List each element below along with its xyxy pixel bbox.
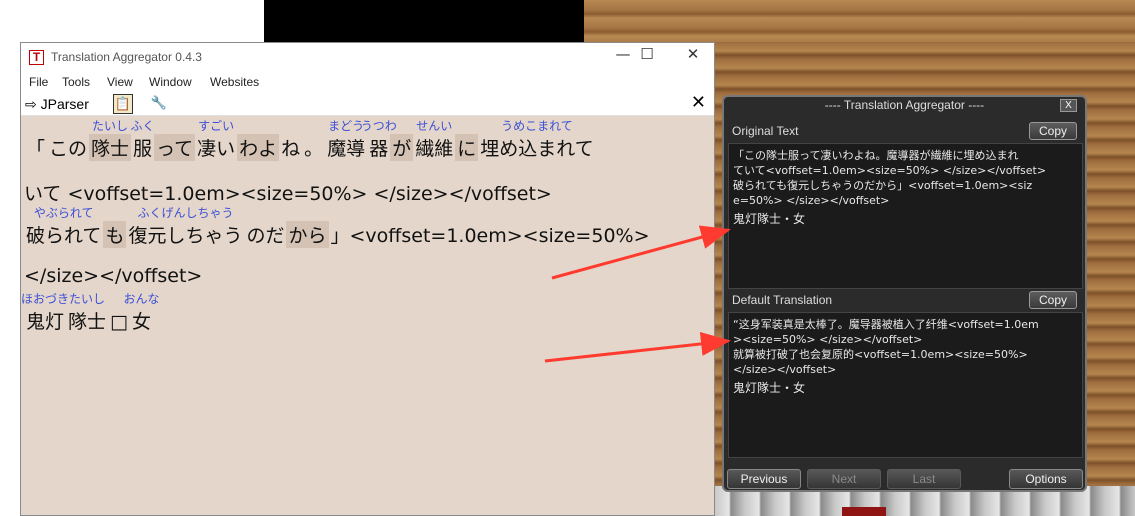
last-button[interactable]: Last <box>887 469 961 489</box>
game-window-dark-area <box>264 0 584 42</box>
wrench-icon[interactable]: 🔧 <box>149 94 169 114</box>
parsed-token[interactable]: 服ふく <box>131 119 155 161</box>
previous-button[interactable]: Previous <box>727 469 801 489</box>
parsed-token[interactable]: 凄い すごい <box>195 119 237 161</box>
parsed-token[interactable]: 「 <box>24 134 47 161</box>
parsed-line-5: 鬼灯 ほおづき 隊士 たいし □ 女おんな <box>21 292 160 334</box>
parsed-token[interactable]: のだ <box>244 221 286 248</box>
furigana-reading: たいし <box>69 292 106 306</box>
desktop-background <box>0 0 264 42</box>
jparser-label[interactable]: ⇨ JParser <box>25 96 89 113</box>
parsed-token[interactable]: 魔導 まどう <box>325 119 367 161</box>
game-scene-red-object <box>842 507 886 516</box>
copy-translation-button[interactable]: Copy <box>1029 291 1077 309</box>
menu-tools[interactable]: Tools <box>62 75 90 89</box>
parsed-token[interactable]: が <box>390 134 414 161</box>
parsed-token[interactable]: に <box>455 134 479 161</box>
parsed-token[interactable]: 。 <box>302 134 325 161</box>
clipboard-icon[interactable]: 📋 <box>113 94 133 114</box>
furigana-reading: うめこまれて <box>501 119 573 133</box>
furigana-reading: たいし <box>92 119 129 133</box>
parser-close-icon[interactable]: ✕ <box>691 92 706 113</box>
parsed-token[interactable]: って <box>154 134 196 161</box>
parsed-line-2: いて <voffset=1.0em><size=50%> </size></vo… <box>24 183 552 205</box>
app-icon: T <box>29 50 44 65</box>
maximize-button[interactable]: ☐ <box>627 45 667 71</box>
default-translation-label: Default Translation <box>732 293 833 307</box>
toolbar: ⇨ JParser 📋 🔧 ✕ <box>21 92 714 116</box>
parsed-token[interactable]: 」<voffset=1.0em><size=50%> <box>329 221 652 248</box>
original-speaker-name: 鬼灯隊士・女 <box>733 212 806 226</box>
parsed-line-3: 破られて やぶられても復元しちゃう ふくげんしちゃう のだ から 」<voffset=1.… <box>24 206 652 248</box>
furigana-reading: おんな <box>123 292 160 306</box>
options-button[interactable]: Options <box>1009 469 1083 489</box>
furigana-reading: ほおづき <box>20 292 70 306</box>
menu-file[interactable]: File <box>29 75 48 89</box>
menu-window[interactable]: Window <box>149 75 192 89</box>
menu-websites[interactable]: Websites <box>210 75 259 89</box>
original-text-label: Original Text <box>732 124 799 138</box>
translation-aggregator-window: T Translation Aggregator 0.4.3 — ☐ ✕ Fil… <box>20 42 715 516</box>
parsed-token[interactable]: 破られて やぶられて <box>24 206 103 248</box>
close-button[interactable]: ✕ <box>673 45 713 71</box>
next-button[interactable]: Next <box>807 469 881 489</box>
furigana-reading: うつわ <box>360 119 397 133</box>
original-text-box[interactable]: 「この隊士服って凄いわよね。魔導器が繊維に埋め込まれ ていて<voffset=1… <box>728 143 1083 289</box>
parsed-token[interactable]: も <box>103 221 127 248</box>
furigana-reading: ふくげんしちゃう <box>137 206 234 220</box>
parsed-token[interactable]: 埋め込まれて うめこまれて <box>478 119 595 161</box>
parsed-token[interactable]: 復元しちゃう ふくげんしちゃう <box>126 206 244 248</box>
parsed-token[interactable]: わよ <box>237 134 280 161</box>
parsed-token[interactable]: 鬼灯 ほおづき <box>21 292 69 334</box>
window-title: Translation Aggregator 0.4.3 <box>51 50 202 64</box>
copy-original-button[interactable]: Copy <box>1029 122 1077 140</box>
parsed-token[interactable]: 繊維 せんい <box>413 119 455 161</box>
furigana-reading: せんい <box>416 119 453 133</box>
translation-line: </size></voffset> <box>733 363 837 376</box>
translation-line: “这身军装真是太棒了。魔导器被植入了纤维<voffset=1.0em <box>733 318 1039 331</box>
menu-bar: File Tools View Window Websites <box>21 72 714 92</box>
original-line: 「この隊士服って凄いわよね。魔導器が繊維に埋め込まれ <box>733 149 1019 162</box>
overlay-close-button[interactable]: X <box>1060 99 1077 112</box>
parsed-token[interactable]: 器うつわ <box>361 119 397 161</box>
original-line: e=50%> </size></voffset> <box>733 194 890 207</box>
furigana-reading: まどう <box>328 119 365 133</box>
parsed-token[interactable]: 隊士 たいし <box>66 292 108 334</box>
translation-overlay-panel: ---- Translation Aggregator ---- X Origi… <box>722 95 1087 492</box>
translation-text-box[interactable]: “这身军装真是太棒了。魔导器被植入了纤维<voffset=1.0em ><siz… <box>728 312 1083 458</box>
original-line: 破られても復元しちゃうのだから」<voffset=1.0em><siz <box>733 179 1033 192</box>
parsed-token[interactable]: □ <box>108 311 130 333</box>
original-line: ていて<voffset=1.0em><size=50%> </size></vo… <box>733 164 1047 177</box>
furigana-reading: やぶられて <box>33 206 94 220</box>
furigana-reading: すごい <box>198 119 235 133</box>
parsed-text-area[interactable]: 「この 隊士 たいし服ふく って 凄い すごい わよね。魔導 まどう器うつわが繊維 せんいに埋め… <box>21 116 714 516</box>
translation-line: ><size=50%> </size></voffset> <box>733 333 923 346</box>
title-bar[interactable]: T Translation Aggregator 0.4.3 — ☐ ✕ <box>21 43 714 72</box>
parsed-token[interactable]: から <box>286 221 329 248</box>
translation-speaker-name: 鬼灯隊士・女 <box>733 381 806 395</box>
parsed-token[interactable]: 隊士 たいし <box>89 119 132 161</box>
translation-line: 就算被打破了也会复原的<voffset=1.0em><size=50%> <box>733 348 1028 361</box>
menu-view[interactable]: View <box>107 75 133 89</box>
parsed-line-4: </size></voffset> <box>24 265 203 287</box>
furigana-reading: ふく <box>130 119 155 133</box>
parsed-token[interactable]: この <box>47 134 89 161</box>
overlay-title: ---- Translation Aggregator ---- <box>824 98 985 112</box>
parsed-line-1: 「この 隊士 たいし服ふく って 凄い すごい わよね。魔導 まどう器うつわが繊維 せんいに埋め… <box>24 119 596 161</box>
parsed-token[interactable]: ね <box>279 134 302 161</box>
parsed-token[interactable]: 女おんな <box>123 292 159 334</box>
